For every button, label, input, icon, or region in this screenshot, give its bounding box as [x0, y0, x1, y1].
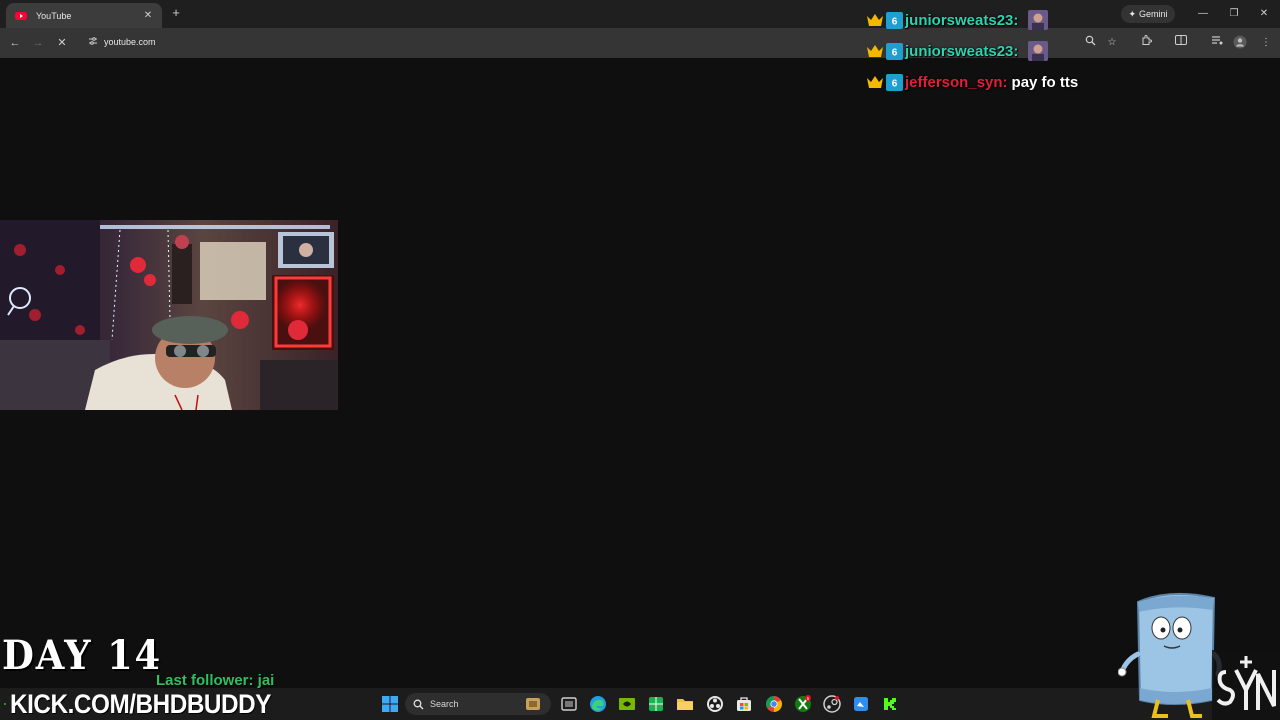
xbox-icon[interactable]: 5: [793, 694, 813, 714]
kick-icon[interactable]: [880, 694, 900, 714]
chrome-icon[interactable]: [764, 694, 784, 714]
chat-username: jefferson_syn:: [905, 73, 1008, 91]
search-highlight-icon[interactable]: [523, 694, 543, 714]
spreadsheet-icon[interactable]: [646, 694, 666, 714]
minimize-button[interactable]: —: [1194, 5, 1212, 23]
nvidia-icon[interactable]: [617, 694, 637, 714]
tab-close-icon[interactable]: ✕: [142, 10, 154, 21]
browser-tab-strip: YouTube ✕ + ✦ Gemini — ❐ ✕: [0, 0, 1280, 28]
windows-start-icon[interactable]: [380, 694, 400, 714]
obs-icon[interactable]: [705, 694, 725, 714]
more-menu-icon[interactable]: ⋮: [1258, 35, 1274, 51]
chat-username: juniorsweats23:: [905, 11, 1019, 29]
crown-icon: [867, 76, 883, 88]
zoom-icon[interactable]: [1082, 35, 1098, 51]
svg-text:6: 6: [892, 78, 898, 89]
bookmark-star-icon[interactable]: ☆: [1104, 35, 1120, 51]
svg-text:6: 6: [892, 16, 898, 27]
subscriber-badge-icon: 6: [886, 11, 903, 29]
media-controls-icon[interactable]: [1209, 35, 1225, 51]
webcam-feed: [0, 220, 338, 410]
split-view-icon[interactable]: [1173, 35, 1189, 51]
close-window-button[interactable]: ✕: [1255, 5, 1273, 23]
extensions-icon[interactable]: [1138, 35, 1154, 51]
browser-toolbar: ← → ✕ youtube.com ☆ ⋮: [0, 28, 1280, 58]
gemini-button[interactable]: ✦ Gemini: [1121, 5, 1175, 23]
chat-emote: [1028, 41, 1049, 61]
steam-icon[interactable]: [822, 694, 842, 714]
youtube-icon: [14, 9, 28, 23]
stop-loading-button[interactable]: ✕: [54, 35, 70, 51]
chat-text: pay fo tts: [1011, 73, 1079, 91]
tab-title: YouTube: [36, 10, 72, 21]
subscriber-badge-icon: 6: [886, 73, 903, 91]
crown-icon: [867, 45, 883, 57]
folder-icon[interactable]: [675, 694, 695, 714]
windows-taskbar: Search 5: [0, 688, 1280, 720]
svg-text:6: 6: [892, 47, 898, 58]
gemini-label: Gemini: [1139, 9, 1168, 19]
back-button[interactable]: ←: [7, 35, 23, 51]
search-icon: [413, 699, 424, 709]
task-view-icon[interactable]: [559, 694, 579, 714]
photos-icon[interactable]: [851, 694, 871, 714]
subscriber-badge-icon: 6: [886, 42, 903, 60]
search-placeholder: Search: [430, 699, 459, 709]
browser-tab[interactable]: YouTube ✕: [6, 3, 162, 28]
site-info-icon[interactable]: [86, 36, 100, 50]
profile-avatar-icon[interactable]: [1232, 35, 1248, 51]
chat-message: 6 juniorsweats23:: [866, 39, 1049, 63]
chat-username: juniorsweats23:: [905, 42, 1019, 60]
sparkle-icon: ✦: [1128, 8, 1137, 19]
store-icon[interactable]: [734, 694, 754, 714]
forward-button[interactable]: →: [30, 35, 46, 51]
crown-icon: [867, 14, 883, 26]
edge-icon[interactable]: [588, 694, 608, 714]
chat-message: 6 juniorsweats23:: [866, 8, 1049, 32]
restore-button[interactable]: ❐: [1225, 5, 1243, 23]
chat-message: 6 jefferson_syn: pay fo tts: [866, 70, 1078, 94]
chat-emote: [1028, 10, 1049, 30]
new-tab-button[interactable]: +: [168, 5, 184, 21]
screen: YouTube ✕ + ✦ Gemini — ❐ ✕ ← → ✕ youtube…: [0, 0, 1280, 720]
url-text[interactable]: youtube.com: [104, 37, 156, 47]
